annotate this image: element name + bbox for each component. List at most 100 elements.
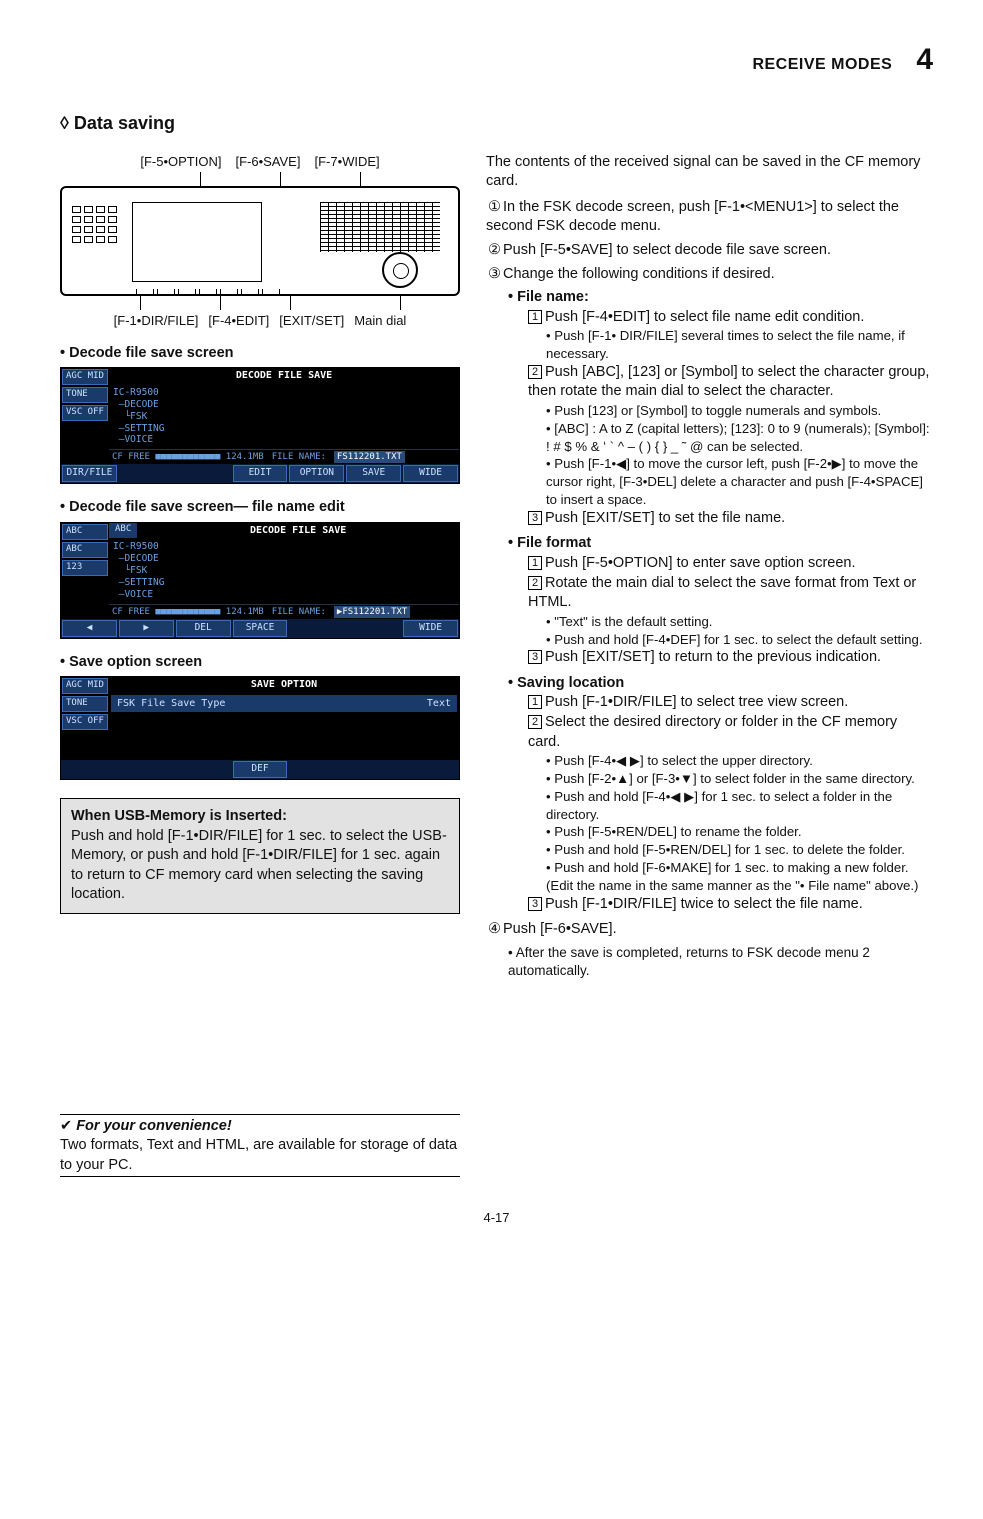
diagram-bottom-labels: [F-1•DIR/FILE] [F-4•EDIT] [EXIT/SET] Mai… <box>60 312 460 330</box>
label-main-dial: Main dial <box>354 312 406 330</box>
heading-decode-save: • Decode file save screen <box>60 344 460 364</box>
sk-def: DEF <box>233 761 288 778</box>
infobox-body: Push and hold [F-1•DIR/FILE] for 1 sec. … <box>71 827 449 905</box>
radio-front-panel-diagram <box>60 186 460 296</box>
label-exit-set: [EXIT/SET] <box>279 312 344 330</box>
fn-b2s1: • Push [123] or [Symbol] to toggle numer… <box>546 402 933 420</box>
sl-b2s4: • Push [F-5•REN/DEL] to rename the folde… <box>546 823 933 841</box>
heading-save-option: • Save option screen <box>60 653 460 673</box>
fn-b1s: • Push [F-1• DIR/FILE] several times to … <box>546 327 933 363</box>
page-header: RECEIVE MODES 4 <box>60 40 933 81</box>
sl-b2s3: • Push and hold [F-4•◀ ▶] for 1 sec. to … <box>546 788 933 824</box>
sk-space: SPACE <box>233 620 288 637</box>
sk-option: OPTION <box>289 465 344 482</box>
step2-num: ② <box>486 241 503 261</box>
sk-left: ◀ <box>62 620 117 637</box>
screenshot-decode-save: AGC MID TONE VSC OFF DECODE FILE SAVE IC… <box>60 367 460 484</box>
step1-num: ① <box>486 198 503 218</box>
step3-text: Change the following conditions if desir… <box>503 266 775 282</box>
label-f7-wide: [F-7•WIDE] <box>314 153 379 171</box>
box-2a: 2 <box>528 365 542 379</box>
sl-b1: Push [F-1•DIR/FILE] to select tree view … <box>545 694 848 710</box>
subhead-fileformat: • File format <box>508 534 933 554</box>
sl-b2s5: • Push and hold [F-5•REN/DEL] for 1 sec.… <box>546 841 933 859</box>
convenience-tip: ✔ For your convenience! Two formats, Tex… <box>60 1114 460 1177</box>
status-filename-edit: ▶FS112201.TXT <box>334 606 410 618</box>
right-column: The contents of the received signal can … <box>486 153 933 1179</box>
softkey-row-option: DEF <box>61 760 459 779</box>
sk-dirfile: DIR/FILE <box>62 465 117 482</box>
sk-save: SAVE <box>346 465 401 482</box>
screenshot-name-edit: ABC ABC 123 ABCDECODE FILE SAVE IC-R9500… <box>60 522 460 639</box>
chip-vsc2: VSC OFF <box>62 714 108 730</box>
softkey-row: DIR/FILE EDIT OPTION SAVE WIDE <box>61 464 459 483</box>
fn-b2s2: • [ABC] : A to Z (capital letters); [123… <box>546 420 933 456</box>
subhead-filename: • File name: <box>508 288 933 308</box>
box-1b: 1 <box>528 556 542 570</box>
fn-b3: Push [EXIT/SET] to set the file name. <box>545 510 785 526</box>
fn-b1: Push [F-4•EDIT] to select file name edit… <box>545 309 864 325</box>
infobox-title: When USB-Memory is Inserted: <box>71 807 449 827</box>
tip-body: Two formats, Text and HTML, are availabl… <box>60 1136 460 1175</box>
sk-del: DEL <box>176 620 231 637</box>
fn-b2s3: • Push [F-1•◀] to move the cursor left, … <box>546 455 933 508</box>
box-2b: 2 <box>528 576 542 590</box>
screenshot-save-option: AGC MID TONE VSC OFF SAVE OPTION FSK Fil… <box>60 676 460 780</box>
step4-sub: • After the save is completed, returns t… <box>508 944 933 980</box>
tip-title: For your convenience! <box>76 1118 232 1134</box>
status-filelabel: FILE NAME: <box>272 451 326 463</box>
label-f6-save: [F-6•SAVE] <box>235 153 300 171</box>
screen-title-option: SAVE OPTION <box>109 677 459 693</box>
label-f1-dirfile: [F-1•DIR/FILE] <box>114 312 199 330</box>
ff-b2s2: • Push and hold [F-4•DEF] for 1 sec. to … <box>546 631 933 649</box>
file-tree-edit: IC-R9500 —DECODE └FSK —SETTING —VOICE <box>109 538 459 603</box>
section-title: ◊ Data saving <box>60 111 933 135</box>
chip-123: 123 <box>62 560 108 576</box>
heading-name-edit: • Decode file save screen— file name edi… <box>60 498 460 518</box>
header-chapter: 4 <box>916 40 933 81</box>
chip-agc: AGC MID <box>62 369 108 385</box>
screen-title: DECODE FILE SAVE <box>109 368 459 384</box>
check-icon: ✔ <box>60 1118 72 1134</box>
sk-edit: EDIT <box>233 465 288 482</box>
step1-text: In the FSK decode screen, push [F-1•<MEN… <box>486 199 899 235</box>
status-free-edit: CF FREE ■■■■■■■■■■■■ 124.1MB <box>112 606 264 618</box>
ff-b1: Push [F-5•OPTION] to enter save option s… <box>545 555 856 571</box>
label-f4-edit: [F-4•EDIT] <box>208 312 269 330</box>
ff-b2: Rotate the main dial to select the save … <box>528 575 916 611</box>
sl-b2: Select the desired directory or folder i… <box>528 714 897 750</box>
step2-text: Push [F-5•SAVE] to select decode file sa… <box>503 242 831 258</box>
diagram-top-labels: [F-5•OPTION] [F-6•SAVE] [F-7•WIDE] <box>60 153 460 171</box>
chip-tone2: TONE <box>62 696 108 712</box>
sk-wide2: WIDE <box>403 620 458 637</box>
header-title: RECEIVE MODES <box>752 54 892 76</box>
mode-indicator: ABC <box>109 523 137 539</box>
box-2c: 2 <box>528 715 542 729</box>
step3-num: ③ <box>486 265 503 285</box>
step4-num: ④ <box>486 920 503 940</box>
main-dial-icon <box>382 252 418 288</box>
sl-b2s6: • Push and hold [F-6•MAKE] for 1 sec. to… <box>546 859 933 895</box>
intro-text: The contents of the received signal can … <box>486 153 933 192</box>
box-1a: 1 <box>528 310 542 324</box>
sl-b2s1: • Push [F-4•◀ ▶] to select the upper dir… <box>546 752 933 770</box>
step4-text: Push [F-6•SAVE]. <box>503 921 617 937</box>
softkey-row-edit: ◀ ▶ DEL SPACE WIDE <box>61 619 459 638</box>
option-value: Text <box>427 697 451 711</box>
ff-b2s1: • "Text" is the default setting. <box>546 613 933 631</box>
chip-tone: TONE <box>62 387 108 403</box>
chip-vsc: VSC OFF <box>62 405 108 421</box>
chip-abc1: ABC <box>62 524 108 540</box>
page-number: 4-17 <box>60 1209 933 1227</box>
status-free: CF FREE ■■■■■■■■■■■■ 124.1MB <box>112 451 264 463</box>
label-f5-option: [F-5•OPTION] <box>140 153 221 171</box>
box-3b: 3 <box>528 650 542 664</box>
fn-b2: Push [ABC], [123] or [Symbol] to select … <box>528 364 929 400</box>
box-3c: 3 <box>528 897 542 911</box>
screen-title-edit: DECODE FILE SAVE <box>137 523 459 539</box>
ff-b3: Push [EXIT/SET] to return to the previou… <box>545 649 881 665</box>
usb-memory-infobox: When USB-Memory is Inserted: Push and ho… <box>60 798 460 914</box>
file-tree: IC-R9500 —DECODE └FSK —SETTING —VOICE <box>109 384 459 449</box>
status-filename: FS112201.TXT <box>334 451 405 463</box>
subhead-savingloc: • Saving location <box>508 674 933 694</box>
